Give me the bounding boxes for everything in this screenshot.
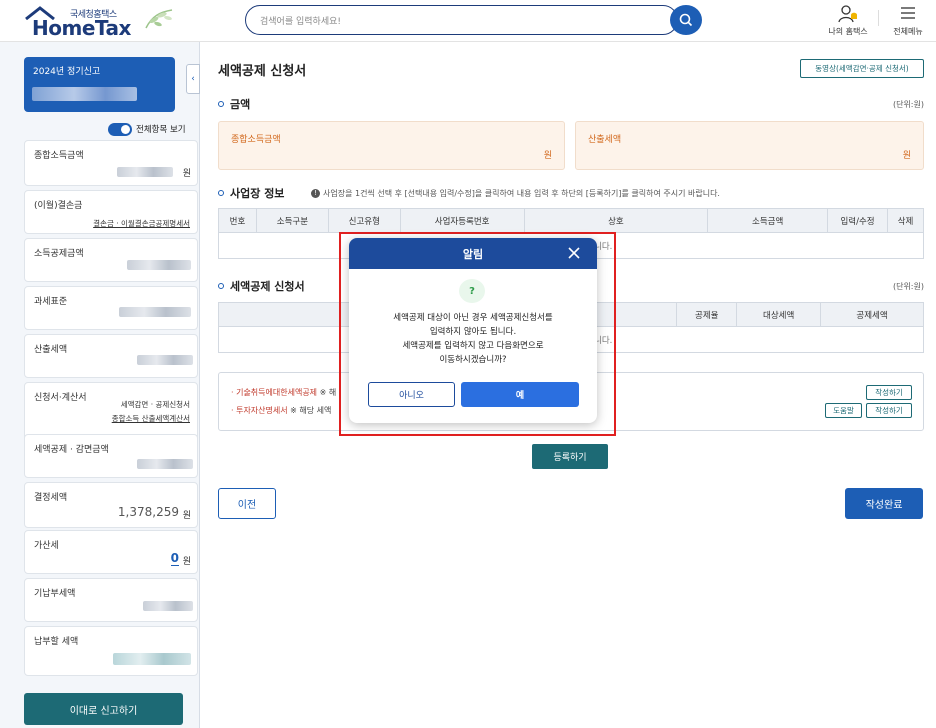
message-line: 이동하시겠습니까? — [439, 355, 507, 365]
yes-button[interactable]: 예 — [461, 382, 579, 407]
close-icon[interactable] — [567, 246, 581, 260]
dialog-header: 알림 — [349, 238, 597, 269]
no-button[interactable]: 아니오 — [368, 382, 455, 407]
dialog-message: 세액공제 대상이 아닌 경우 세액공제신청서를 입력하지 않아도 됩니다. 세액… — [349, 311, 597, 367]
message-line: 세액공제를 입력하지 않고 다음화면으로 — [402, 341, 544, 351]
message-line: 입력하지 않아도 됩니다. — [429, 327, 517, 337]
alert-dialog: 알림 ? 세액공제 대상이 아닌 경우 세액공제신청서를 입력하지 않아도 됩니… — [349, 238, 597, 423]
dialog-title: 알림 — [462, 248, 484, 261]
message-line: 세액공제 대상이 아닌 경우 세액공제신청서를 — [393, 313, 553, 323]
question-icon: ? — [459, 279, 485, 303]
